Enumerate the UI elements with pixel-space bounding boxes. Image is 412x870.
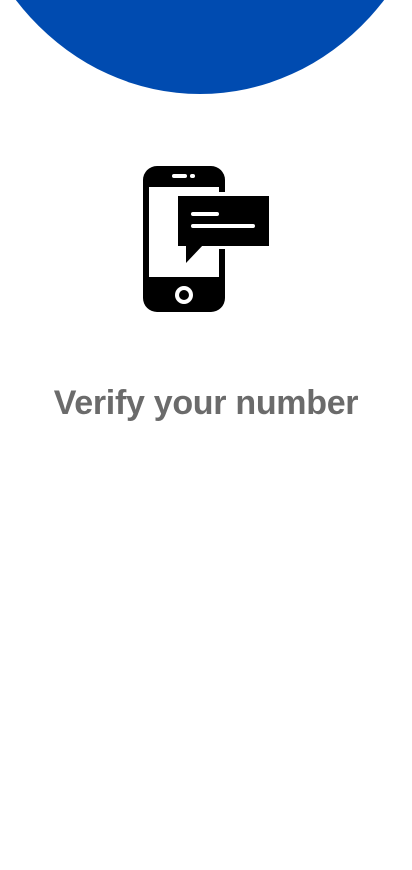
page-title: Verify your number [53, 384, 359, 422]
header-arc [0, 0, 412, 94]
verify-screen: Verify your number [0, 0, 412, 870]
phone-sms-icon [143, 166, 272, 312]
